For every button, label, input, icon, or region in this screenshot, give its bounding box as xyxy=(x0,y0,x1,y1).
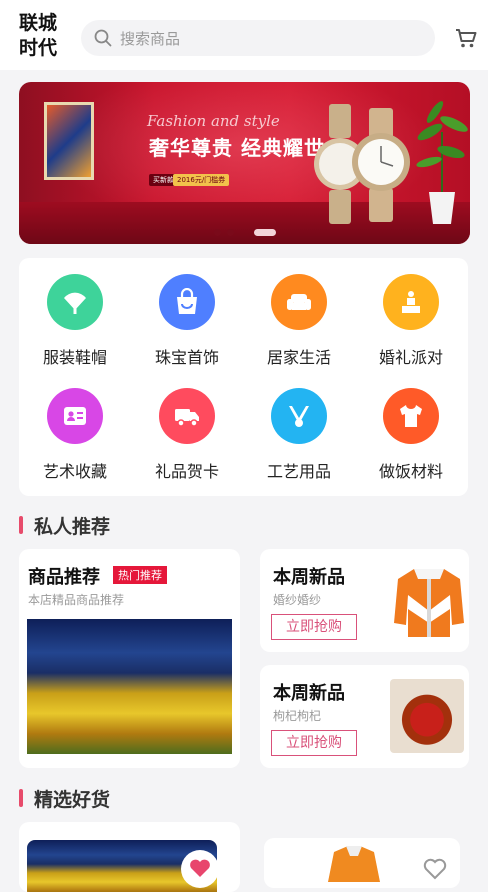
heart-icon xyxy=(190,859,210,877)
category-item-gifts[interactable]: 礼品贺卡 xyxy=(131,388,243,482)
t-shirt-icon xyxy=(383,388,439,444)
recommend-subtitle: 本店精品商品推荐 xyxy=(28,593,125,607)
delivery-truck-icon xyxy=(159,388,215,444)
category-label: 婚礼派对 xyxy=(378,348,443,367)
featured-product-card-2[interactable] xyxy=(264,838,460,888)
featured-product-card-1[interactable] xyxy=(19,822,240,892)
wheatfield-painting-image xyxy=(27,619,232,754)
category-label: 艺术收藏 xyxy=(42,462,107,481)
jacket-product-image xyxy=(394,569,464,637)
category-label: 工艺用品 xyxy=(266,462,331,481)
weekly-new-card-1[interactable]: 本周新品 婚纱婚纱 立即抢购 xyxy=(260,549,469,652)
section-accent-bar xyxy=(19,516,23,534)
banner-script-text: Fashion and style xyxy=(147,112,280,130)
banner-headline: 奢华尊贵 经典耀世 xyxy=(149,136,325,160)
search-placeholder: 搜索商品 xyxy=(120,30,181,48)
category-item-wedding[interactable]: 婚礼派对 xyxy=(355,274,467,368)
recommend-title: 商品推荐 xyxy=(28,567,100,588)
category-label: 珠宝首饰 xyxy=(154,348,219,367)
category-label: 礼品贺卡 xyxy=(154,462,219,481)
sofa-icon xyxy=(271,274,327,330)
necklace-icon xyxy=(271,388,327,444)
banner-tag-right: 2016元/门槛券 xyxy=(173,174,230,186)
category-item-jewelry[interactable]: 珠宝首饰 xyxy=(131,274,243,368)
weekly-subtitle: 枸杞枸杞 xyxy=(273,709,322,723)
category-item-home[interactable]: 居家生活 xyxy=(243,274,355,368)
weekly-title: 本周新品 xyxy=(273,683,345,704)
hot-badge: 热门推荐 xyxy=(113,566,167,584)
banner-painting-image xyxy=(44,102,94,180)
banner-dot[interactable] xyxy=(227,229,234,236)
search-bar[interactable]: 搜索商品 xyxy=(81,20,435,56)
cake-icon xyxy=(383,274,439,330)
section-title: 精选好货 xyxy=(34,789,111,811)
banner-plant-image xyxy=(416,101,468,224)
logo-line-1: 联城 xyxy=(19,12,58,34)
cart-icon[interactable] xyxy=(455,27,477,53)
recommend-card-main[interactable]: 商品推荐 热门推荐 本店精品商品推荐 xyxy=(19,549,240,768)
top-bar: 联城 时代 搜索商品 xyxy=(0,0,488,70)
buy-now-button[interactable]: 立即抢购 xyxy=(271,614,357,640)
category-grid: 服装鞋帽 珠宝首饰 居家生活 婚礼派对 艺术收藏 礼品贺卡 工艺用品 做饭材料 xyxy=(19,258,468,496)
weekly-subtitle: 婚纱婚纱 xyxy=(273,593,322,607)
heart-outline-icon xyxy=(423,858,447,880)
category-item-apparel[interactable]: 服装鞋帽 xyxy=(19,274,131,368)
banner-watches-image xyxy=(314,104,410,224)
app-logo[interactable]: 联城 时代 xyxy=(19,11,67,61)
logo-line-2: 时代 xyxy=(19,37,58,59)
id-card-icon xyxy=(47,388,103,444)
section-accent-bar xyxy=(19,789,23,807)
fan-icon xyxy=(47,274,103,330)
featured-product-image xyxy=(328,846,380,882)
buy-now-button[interactable]: 立即抢购 xyxy=(271,730,357,756)
category-label: 做饭材料 xyxy=(378,462,443,481)
category-item-art[interactable]: 艺术收藏 xyxy=(19,388,131,482)
goji-berries-product-image xyxy=(390,679,464,753)
promo-banner[interactable]: Fashion and style 奢华尊贵 经典耀世 买新款 2016元/门槛… xyxy=(19,82,470,244)
shopping-bag-icon xyxy=(159,274,215,330)
category-label: 居家生活 xyxy=(266,348,331,367)
search-icon xyxy=(94,29,112,51)
favorite-button[interactable] xyxy=(181,850,219,888)
category-label: 服装鞋帽 xyxy=(42,348,107,367)
favorite-button[interactable] xyxy=(420,854,450,884)
section-title: 私人推荐 xyxy=(34,516,111,538)
banner-dot-active[interactable] xyxy=(254,229,276,236)
category-item-crafts[interactable]: 工艺用品 xyxy=(243,388,355,482)
category-item-cooking[interactable]: 做饭材料 xyxy=(355,388,467,482)
weekly-new-card-2[interactable]: 本周新品 枸杞枸杞 立即抢购 xyxy=(260,665,469,768)
banner-dot[interactable] xyxy=(214,229,221,236)
weekly-title: 本周新品 xyxy=(273,567,345,588)
